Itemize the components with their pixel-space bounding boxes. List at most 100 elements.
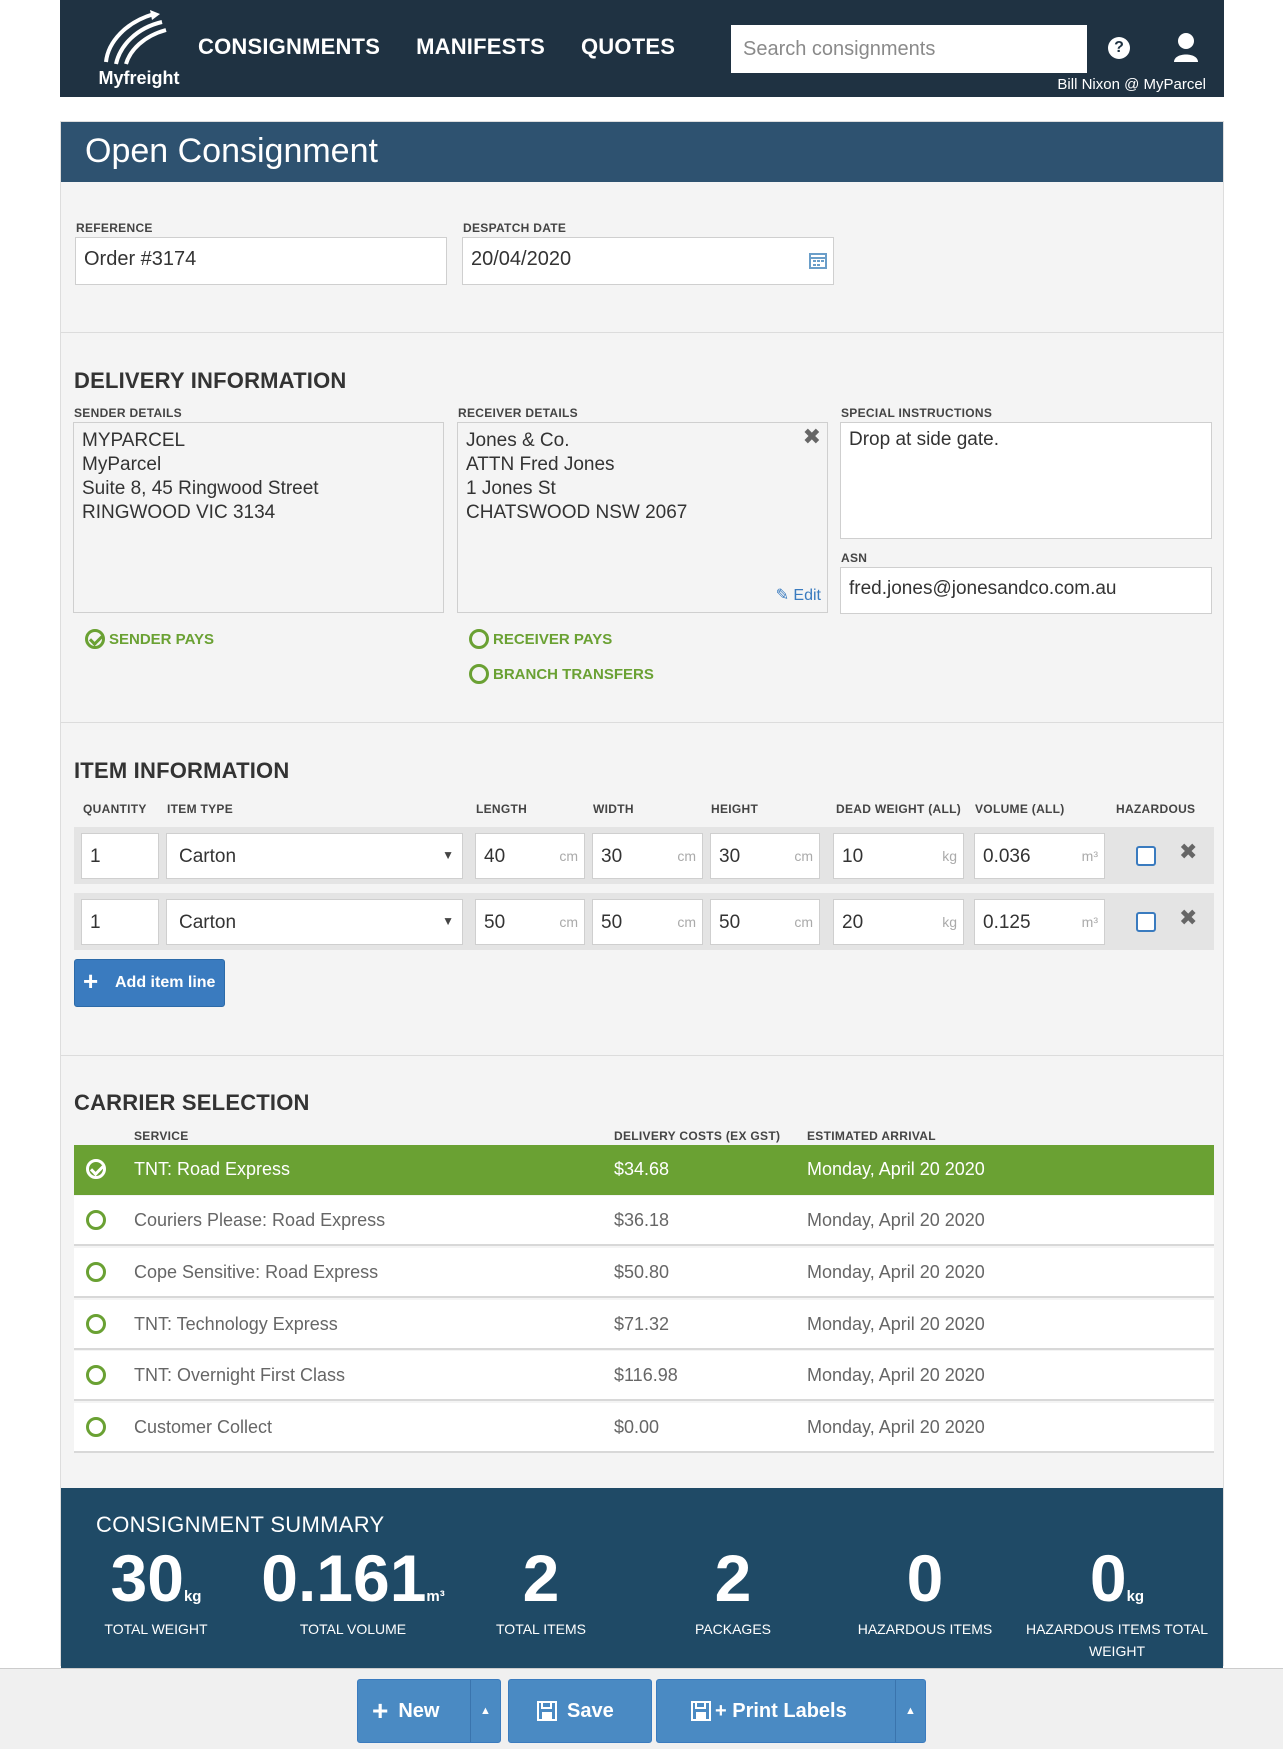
receiver-pays-radio[interactable]: RECEIVER PAYS [469, 629, 612, 649]
stat-hazardous-weight: 0kg HAZARDOUS ITEMS TOTAL WEIGHT [1022, 1538, 1212, 1662]
sender-address-box[interactable]: MYPARCEL MyParcel Suite 8, 45 Ringwood S… [73, 422, 444, 613]
col-delivery-cost: DELIVERY COSTS (EX GST) [614, 1129, 781, 1143]
carrier-option[interactable]: TNT: Technology Express $71.32 Monday, A… [74, 1300, 1214, 1350]
item-row: 1 Carton ▼ 50 cm 50 cm 50 cm 20 kg 0.125 m³ ✖ [74, 893, 1214, 950]
print-dropdown-caret-icon[interactable]: ▲ [895, 1680, 925, 1742]
unit-cm: cm [794, 914, 813, 930]
top-navbar: Myfreight CONSIGNMENTS MANIFESTS QUOTES … [60, 0, 1224, 97]
sender-line: RINGWOOD VIC 3134 [82, 502, 276, 523]
branch-transfers-label: BRANCH TRANSFERS [493, 665, 654, 683]
special-instructions-label: SPECIAL INSTRUCTIONS [841, 406, 993, 420]
stat-total-items: 2 TOTAL ITEMS [446, 1538, 636, 1640]
footer-action-bar: + New ▲ Save + Print Labels ▲ [0, 1668, 1283, 1749]
radio-icon [469, 664, 489, 684]
carrier-option[interactable]: Couriers Please: Road Express $36.18 Mon… [74, 1196, 1214, 1246]
radio-icon [86, 1417, 106, 1437]
length-input[interactable]: 40 cm [475, 833, 585, 879]
length-input[interactable]: 50 cm [475, 899, 585, 945]
new-button[interactable]: + New ▲ [357, 1679, 501, 1743]
calendar-icon[interactable] [809, 251, 827, 269]
weight-input[interactable]: 10 kg [833, 833, 964, 879]
receiver-address-box[interactable]: Jones & Co. ATTN Fred Jones 1 Jones St C… [457, 422, 828, 613]
plus-icon: + [372, 1695, 389, 1726]
search-input[interactable] [731, 25, 1087, 73]
despatch-date-value: 20/04/2020 [471, 248, 572, 270]
stat-label: HAZARDOUS ITEMS TOTAL WEIGHT [1025, 1621, 1209, 1659]
carrier-eta: Monday, April 20 2020 [807, 1159, 985, 1179]
print-labels-label: + Print Labels [715, 1699, 847, 1722]
print-labels-button[interactable]: + Print Labels ▲ [656, 1679, 926, 1743]
carrier-eta: Monday, April 20 2020 [807, 1210, 985, 1230]
edit-receiver-link[interactable]: ✎ Edit [776, 584, 821, 608]
col-service: SERVICE [134, 1129, 189, 1143]
branch-transfers-radio[interactable]: BRANCH TRANSFERS [469, 664, 654, 684]
height-input[interactable]: 50 cm [710, 899, 820, 945]
unit-m3: m³ [1081, 914, 1098, 930]
sender-pays-radio[interactable]: SENDER PAYS [85, 629, 214, 649]
nav-quotes[interactable]: QUOTES [581, 34, 675, 60]
save-label: Save [567, 1699, 614, 1722]
asn-label: ASN [841, 551, 868, 565]
stat-value: 2 [522, 1541, 560, 1615]
col-height: HEIGHT [711, 802, 759, 816]
special-instructions-field[interactable]: Drop at side gate. [840, 422, 1212, 539]
myfreight-logo[interactable]: Myfreight [84, 8, 214, 90]
divider [61, 332, 1223, 333]
despatch-date-field[interactable]: 20/04/2020 [462, 237, 834, 285]
user-icon[interactable] [1172, 32, 1200, 62]
remove-item-icon[interactable]: ✖ [1179, 905, 1197, 931]
width-input[interactable]: 50 cm [592, 899, 703, 945]
volume-input[interactable]: 0.125 m³ [974, 899, 1105, 945]
col-item-type: ITEM TYPE [167, 802, 234, 816]
stat-hazardous-items: 0 HAZARDOUS ITEMS [830, 1538, 1020, 1640]
carrier-option[interactable]: TNT: Overnight First Class $116.98 Monda… [74, 1351, 1214, 1401]
carrier-cost: $34.68 [614, 1159, 670, 1179]
unit-cm: cm [794, 848, 813, 864]
stat-total-volume: 0.161m³ TOTAL VOLUME [243, 1538, 463, 1640]
receiver-line: CHATSWOOD NSW 2067 [466, 502, 688, 523]
quantity-input[interactable]: 1 [81, 899, 159, 945]
height-input[interactable]: 30 cm [710, 833, 820, 879]
hazardous-checkbox[interactable] [1136, 912, 1156, 932]
weight-input[interactable]: 20 kg [833, 899, 964, 945]
clear-receiver-icon[interactable]: ✖ [803, 425, 821, 449]
edit-icon: ✎ [775, 587, 789, 604]
item-type-value: Carton [179, 846, 237, 867]
asn-field[interactable]: fred.jones@jonesandco.com.au [840, 567, 1212, 614]
weight-value: 20 [842, 912, 864, 933]
page-title: Open Consignment [61, 122, 1223, 182]
edit-label: Edit [793, 587, 821, 604]
quantity-input[interactable]: 1 [81, 833, 159, 879]
item-type-value: Carton [179, 912, 237, 933]
nav-consignments[interactable]: CONSIGNMENTS [198, 34, 380, 60]
height-value: 50 [719, 912, 741, 933]
stat-label: TOTAL VOLUME [299, 1621, 407, 1637]
carrier-option[interactable]: Cope Sensitive: Road Express $50.80 Mond… [74, 1248, 1214, 1298]
hazardous-checkbox[interactable] [1136, 846, 1156, 866]
carrier-option-selected[interactable]: TNT: Road Express $34.68 Monday, April 2… [74, 1145, 1214, 1195]
width-input[interactable]: 30 cm [592, 833, 703, 879]
carrier-service: TNT: Overnight First Class [134, 1365, 346, 1385]
delivery-section-title: DELIVERY INFORMATION [74, 368, 347, 393]
stat-value: 30 [110, 1541, 184, 1615]
despatch-date-label: DESPATCH DATE [463, 221, 567, 235]
help-icon[interactable]: ? [1108, 37, 1130, 59]
new-dropdown-caret-icon[interactable]: ▲ [470, 1680, 500, 1742]
stat-value: 0 [1089, 1541, 1127, 1615]
nav-manifests[interactable]: MANIFESTS [416, 34, 545, 60]
volume-input[interactable]: 0.036 m³ [974, 833, 1105, 879]
plus-icon: + [83, 966, 99, 996]
add-item-line-button[interactable]: + Add item line [74, 959, 225, 1007]
remove-item-icon[interactable]: ✖ [1179, 839, 1197, 865]
carrier-option[interactable]: Customer Collect $0.00 Monday, April 20 … [74, 1403, 1214, 1453]
stat-value: 0.161 [261, 1541, 427, 1615]
receiver-line: ATTN Fred Jones [466, 454, 615, 475]
receiver-pays-label: RECEIVER PAYS [493, 630, 613, 648]
item-section-title: ITEM INFORMATION [74, 758, 290, 783]
save-button[interactable]: Save [508, 1679, 652, 1743]
item-type-select[interactable]: Carton ▼ [166, 899, 463, 945]
logo-text: Myfreight [98, 68, 180, 88]
item-type-select[interactable]: Carton ▼ [166, 833, 463, 879]
unit-kg: kg [942, 914, 957, 930]
reference-field[interactable]: Order #3174 [75, 237, 447, 285]
